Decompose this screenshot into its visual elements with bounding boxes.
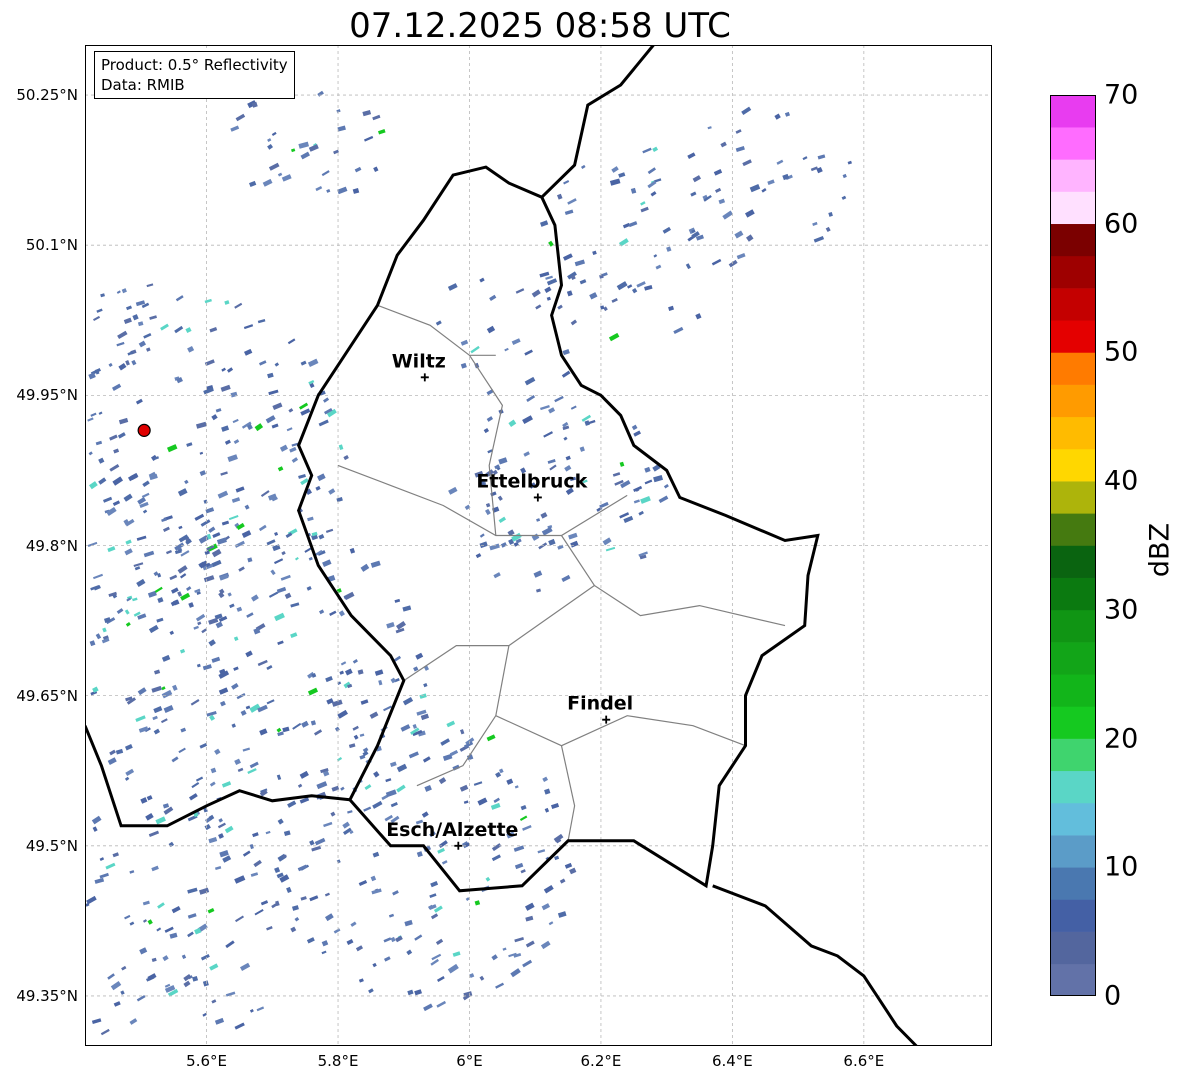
colorbar-segment bbox=[1050, 159, 1096, 192]
product-label: Product: 0.5° Reflectivity bbox=[101, 56, 288, 74]
radar-map[interactable]: Wiltz Ettelbruck Findel Esch/Alzette bbox=[85, 45, 992, 1046]
colorbar-segment bbox=[1050, 448, 1096, 482]
colorbar-segment bbox=[1050, 223, 1096, 257]
city-label: Esch/Alzette bbox=[386, 819, 518, 841]
colorbar-tick-label: 0 bbox=[1104, 980, 1122, 1012]
colorbar-tick-label: 30 bbox=[1104, 594, 1139, 626]
lon-tick-label: 6.6°E bbox=[843, 1052, 885, 1070]
colorbar-segment bbox=[1050, 738, 1096, 772]
lat-tick-label: 50.1°N bbox=[25, 236, 78, 255]
colorbar-tick-label: 10 bbox=[1104, 851, 1139, 883]
colorbar-segment bbox=[1050, 706, 1096, 739]
page-title: 07.12.2025 08:58 UTC bbox=[349, 6, 731, 46]
lat-tick-label: 49.8°N bbox=[25, 536, 78, 555]
lon-tick-label: 5.8°E bbox=[317, 1052, 359, 1070]
lon-tick-label: 6.4°E bbox=[711, 1052, 753, 1070]
city-label: Wiltz bbox=[392, 350, 446, 372]
colorbar-segment bbox=[1050, 931, 1096, 965]
colorbar-tick-label: 20 bbox=[1104, 723, 1139, 755]
colorbar-segment bbox=[1050, 320, 1096, 353]
lon-tick-label: 5.6°E bbox=[186, 1052, 227, 1070]
colorbar-segment bbox=[1050, 802, 1096, 836]
colorbar-segment bbox=[1050, 545, 1096, 578]
lon-tick-label: 6°E bbox=[456, 1052, 483, 1070]
colorbar-segment bbox=[1050, 127, 1096, 160]
lon-tick-label: 6.2°E bbox=[580, 1052, 622, 1070]
colorbar-segment bbox=[1050, 416, 1096, 450]
radar-site-icon bbox=[137, 423, 151, 437]
colorbar-segment bbox=[1050, 352, 1096, 385]
colorbar-segment bbox=[1050, 255, 1096, 289]
colorbar-tick-label: 60 bbox=[1104, 208, 1139, 240]
lat-tick-label: 49.5°N bbox=[25, 836, 78, 855]
colorbar-segment bbox=[1050, 674, 1096, 707]
radar-site-marker bbox=[137, 423, 151, 437]
colorbar-segment bbox=[1050, 288, 1096, 321]
city-label: Findel bbox=[567, 693, 633, 715]
lat-tick-label: 49.35°N bbox=[16, 986, 78, 1005]
colorbar bbox=[1050, 95, 1096, 996]
lat-tick-label: 49.95°N bbox=[16, 386, 78, 405]
data-source-label: Data: RMIB bbox=[101, 76, 185, 94]
colorbar-segment bbox=[1050, 642, 1096, 675]
colorbar-segment bbox=[1050, 963, 1096, 996]
colorbar-segment bbox=[1050, 899, 1096, 932]
lat-tick-label: 49.65°N bbox=[16, 686, 78, 705]
colorbar-tick-label: 70 bbox=[1104, 79, 1139, 111]
product-info-box: Product: 0.5° Reflectivity Data: RMIB bbox=[94, 51, 295, 99]
colorbar-segment bbox=[1050, 191, 1096, 225]
colorbar-segment bbox=[1050, 770, 1096, 804]
colorbar-segment bbox=[1050, 481, 1096, 514]
colorbar-segment bbox=[1050, 95, 1096, 128]
map-canvas[interactable]: Wiltz Ettelbruck Findel Esch/Alzette bbox=[85, 45, 992, 1046]
colorbar-tick-label: 50 bbox=[1104, 336, 1139, 368]
lat-tick-label: 50.25°N bbox=[16, 86, 78, 105]
colorbar-segment bbox=[1050, 384, 1096, 418]
colorbar-segment bbox=[1050, 867, 1096, 900]
city-label: Ettelbruck bbox=[476, 470, 587, 492]
colorbar-segment bbox=[1050, 835, 1096, 868]
colorbar-tick-label: 40 bbox=[1104, 465, 1139, 497]
colorbar-segment bbox=[1050, 577, 1096, 611]
colorbar-segment bbox=[1050, 513, 1096, 546]
colorbar-segment bbox=[1050, 609, 1096, 643]
colorbar-label: dBZ bbox=[1144, 522, 1176, 578]
